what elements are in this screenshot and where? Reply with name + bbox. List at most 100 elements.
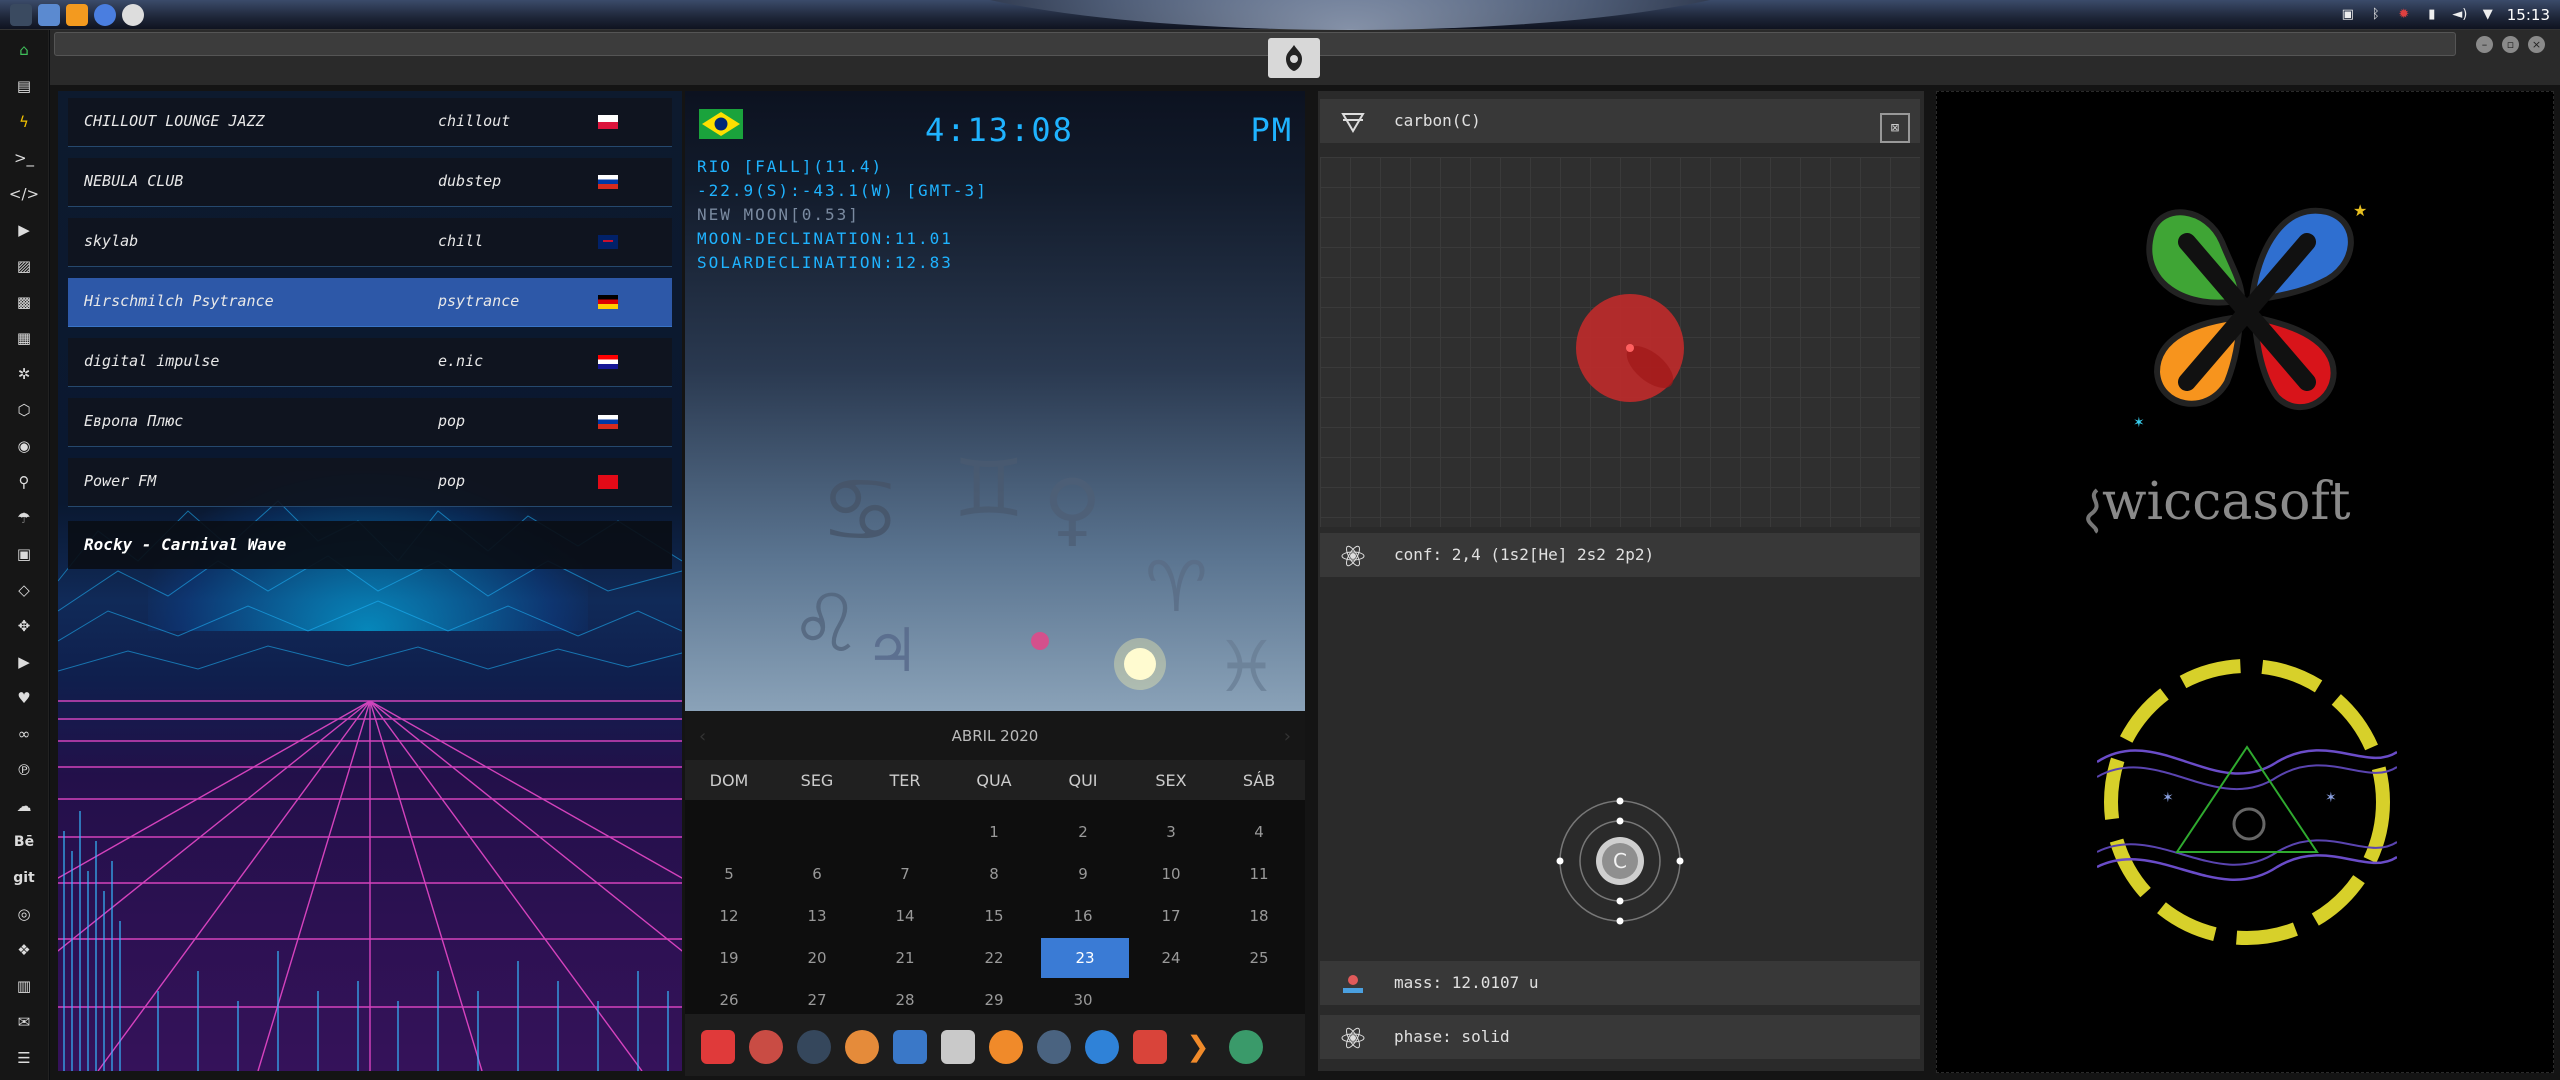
image-icon[interactable]: ▨ bbox=[12, 254, 36, 278]
svg-text:★: ★ bbox=[2353, 201, 2367, 220]
volume-icon[interactable]: ◄) bbox=[2451, 6, 2469, 24]
calendar-day[interactable]: 19 bbox=[685, 938, 773, 978]
gear-icon[interactable]: ✲ bbox=[12, 362, 36, 386]
calendar-day[interactable]: 10 bbox=[1127, 854, 1215, 894]
station-row[interactable]: NEBULA CLUB dubstep bbox=[68, 158, 672, 207]
calendar-day-today[interactable]: 23 bbox=[1041, 938, 1129, 978]
dropbox-icon[interactable]: ❖ bbox=[12, 938, 36, 962]
calendar-day[interactable]: 14 bbox=[861, 896, 949, 936]
umbrella-icon[interactable]: ☂ bbox=[12, 506, 36, 530]
news-icon[interactable] bbox=[941, 1030, 975, 1064]
wifi-icon[interactable]: ▼ bbox=[2479, 6, 2497, 24]
move-icon[interactable]: ✥ bbox=[12, 614, 36, 638]
bluetooth-icon[interactable]: ᛒ bbox=[2367, 6, 2385, 24]
files-icon[interactable] bbox=[38, 4, 60, 26]
now-playing-bar[interactable]: Rocky - Carnival Wave bbox=[68, 521, 672, 569]
next-month-button[interactable]: › bbox=[1284, 726, 1291, 747]
git-icon[interactable]: git bbox=[12, 866, 36, 890]
calendar-day[interactable]: 21 bbox=[861, 938, 949, 978]
window-titlebar[interactable] bbox=[54, 32, 2456, 56]
youtube-icon[interactable]: ▶ bbox=[12, 650, 36, 674]
now-playing-title: Rocky - Carnival Wave bbox=[84, 535, 287, 554]
search-icon[interactable] bbox=[989, 1030, 1023, 1064]
news-icon[interactable]: ▦ bbox=[12, 326, 36, 350]
hexagon-icon[interactable]: ⬡ bbox=[12, 398, 36, 422]
arrow-icon[interactable]: ❯ bbox=[1181, 1030, 1215, 1064]
element-title-bar: carbon(C) ⊠ bbox=[1320, 99, 1920, 143]
mail-icon[interactable]: ✉ bbox=[12, 1010, 36, 1034]
calendar-day[interactable]: 22 bbox=[950, 938, 1038, 978]
calendar-day[interactable]: 4 bbox=[1215, 812, 1303, 852]
station-name: digital impulse bbox=[84, 352, 220, 370]
steam-icon[interactable] bbox=[122, 4, 144, 26]
code-icon[interactable]: </> bbox=[9, 182, 39, 206]
server-icon[interactable]: ☰ bbox=[12, 1046, 36, 1070]
calendar-day[interactable]: 7 bbox=[861, 854, 949, 894]
map-icon[interactable]: ▥ bbox=[12, 974, 36, 998]
translate-icon[interactable] bbox=[893, 1030, 927, 1064]
rebel-alliance-icon[interactable] bbox=[1268, 38, 1320, 78]
document-icon[interactable]: ▤ bbox=[12, 74, 36, 98]
play-icon[interactable]: ▶ bbox=[12, 218, 36, 242]
yandex-icon[interactable] bbox=[1229, 1030, 1263, 1064]
bug-icon[interactable]: ✹ bbox=[2395, 6, 2413, 24]
calendar-day[interactable]: 20 bbox=[773, 938, 861, 978]
search-icon[interactable]: ⚲ bbox=[12, 470, 36, 494]
web-icon[interactable] bbox=[1085, 1030, 1119, 1064]
calendar-day[interactable]: 1 bbox=[950, 812, 1038, 852]
terminal-icon[interactable]: >_ bbox=[12, 146, 36, 170]
close-button[interactable]: × bbox=[2528, 36, 2545, 53]
maximize-button[interactable]: ▫ bbox=[2502, 36, 2519, 53]
calendar-day[interactable]: 13 bbox=[773, 896, 861, 936]
chrome-icon[interactable] bbox=[94, 4, 116, 26]
calendar-day[interactable]: 25 bbox=[1215, 938, 1303, 978]
link-icon[interactable]: ∞ bbox=[12, 722, 36, 746]
station-row[interactable]: digital impulse e.nic bbox=[68, 338, 672, 387]
svg-text:♊: ♊ bbox=[953, 442, 1025, 535]
heart-icon[interactable]: ♥ bbox=[12, 686, 36, 710]
station-row[interactable]: Европа Плюс pop bbox=[68, 398, 672, 447]
battery-icon[interactable]: ▮ bbox=[2423, 6, 2441, 24]
pinterest-icon[interactable]: ℗ bbox=[12, 758, 36, 782]
calendar-day[interactable]: 24 bbox=[1127, 938, 1215, 978]
calendar-day[interactable]: 5 bbox=[685, 854, 773, 894]
station-row[interactable]: skylab chill bbox=[68, 218, 672, 267]
app-menu-icon[interactable] bbox=[10, 4, 32, 26]
calendar-day[interactable]: 18 bbox=[1215, 896, 1303, 936]
tray-clock[interactable]: 15:13 bbox=[2507, 6, 2550, 24]
contacts-icon[interactable]: ▣ bbox=[12, 542, 36, 566]
calendar-icon[interactable] bbox=[1133, 1030, 1167, 1064]
prev-month-button[interactable]: ‹ bbox=[699, 726, 706, 747]
calendar-day[interactable]: 16 bbox=[1039, 896, 1127, 936]
calendar-day[interactable]: 11 bbox=[1215, 854, 1303, 894]
home-icon[interactable]: ⌂ bbox=[12, 38, 36, 62]
github-icon[interactable]: ◎ bbox=[12, 902, 36, 926]
calendar-day[interactable]: 12 bbox=[685, 896, 773, 936]
calendar-day[interactable]: 15 bbox=[950, 896, 1038, 936]
behance-icon[interactable]: Bē bbox=[12, 830, 36, 854]
globe-icon[interactable] bbox=[797, 1030, 831, 1064]
calendar-day[interactable]: 2 bbox=[1039, 812, 1127, 852]
calendar-day[interactable]: 9 bbox=[1039, 854, 1127, 894]
calendar-day[interactable]: 17 bbox=[1127, 896, 1215, 936]
cloud-icon[interactable]: ☁ bbox=[12, 794, 36, 818]
station-row[interactable]: CHILLOUT LOUNGE JAZZ chillout bbox=[68, 98, 672, 147]
anydesk-icon[interactable] bbox=[701, 1030, 735, 1064]
expand-button[interactable]: ⊠ bbox=[1880, 113, 1910, 143]
minimize-button[interactable]: – bbox=[2476, 36, 2493, 53]
chrome-icon[interactable]: ◉ bbox=[12, 434, 36, 458]
gallery-icon[interactable]: ▩ bbox=[12, 290, 36, 314]
flash-icon[interactable]: ϟ bbox=[12, 110, 36, 134]
svg-text:✶: ✶ bbox=[2162, 790, 2174, 806]
photos-icon[interactable] bbox=[845, 1030, 879, 1064]
clock-icon[interactable] bbox=[1037, 1030, 1071, 1064]
hourglass-icon[interactable] bbox=[749, 1030, 783, 1064]
calendar-day[interactable]: 6 bbox=[773, 854, 861, 894]
photo-icon[interactable]: ▣ bbox=[2339, 6, 2357, 24]
tag-icon[interactable]: ◇ bbox=[12, 578, 36, 602]
calendar-day[interactable]: 3 bbox=[1127, 812, 1215, 852]
station-row-selected[interactable]: Hirschmilch Psytrance psytrance bbox=[68, 278, 672, 327]
sublime-text-icon[interactable] bbox=[66, 4, 88, 26]
calendar-day[interactable]: 8 bbox=[950, 854, 1038, 894]
station-row[interactable]: Power FM pop bbox=[68, 458, 672, 507]
